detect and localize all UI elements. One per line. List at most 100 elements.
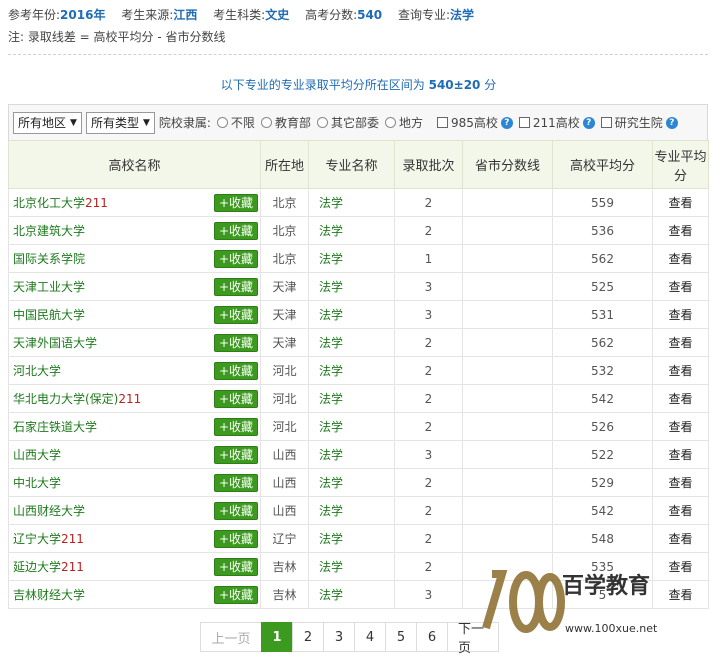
school-name-link[interactable]: 中国民航大学 xyxy=(13,308,85,322)
school-name-link[interactable]: 延边大学 xyxy=(13,560,61,574)
school-name-link[interactable]: 国际关系学院 xyxy=(13,252,85,266)
major-link[interactable]: 法学 xyxy=(308,188,395,217)
watermark-url: www.100xue.net xyxy=(565,622,658,635)
favorite-button[interactable]: +收藏 xyxy=(214,586,258,604)
school-name-link[interactable]: 北京建筑大学 xyxy=(13,224,85,238)
help-icon[interactable]: ? xyxy=(665,116,678,129)
school-name-link[interactable]: 天津工业大学 xyxy=(13,280,85,294)
view-link[interactable]: 查看 xyxy=(652,188,709,217)
checkbox-985[interactable] xyxy=(436,117,448,128)
page-4-button[interactable]: 4 xyxy=(354,622,386,652)
batch-cell: 2 xyxy=(394,328,463,357)
major-link[interactable]: 法学 xyxy=(308,272,395,301)
checkbox-211[interactable] xyxy=(518,117,530,128)
view-link[interactable]: 查看 xyxy=(652,328,709,357)
page-1-button[interactable]: 1 xyxy=(261,622,293,652)
province-line-cell xyxy=(462,328,553,357)
prev-page-button[interactable]: 上一页 xyxy=(200,622,262,652)
view-link[interactable]: 查看 xyxy=(652,244,709,273)
radio-moe-label: 教育部 xyxy=(274,116,311,130)
school-avg-cell: 559 xyxy=(552,188,653,217)
type-select-value: 所有类型 xyxy=(90,116,139,130)
favorite-button[interactable]: +收藏 xyxy=(214,418,258,436)
favorite-button[interactable]: +收藏 xyxy=(214,446,258,464)
school-avg-cell: 536 xyxy=(552,216,653,245)
table-row: 北京建筑大学 +收藏 北京 法学 2 536 查看 xyxy=(8,216,709,245)
favorite-button[interactable]: +收藏 xyxy=(214,390,258,408)
radio-local[interactable] xyxy=(384,117,396,128)
school-name-link[interactable]: 华北电力大学(保定) xyxy=(13,392,118,406)
province-line-cell xyxy=(462,216,553,245)
favorite-button[interactable]: +收藏 xyxy=(214,250,258,268)
location-cell: 河北 xyxy=(260,384,309,413)
radio-other-ministry[interactable] xyxy=(316,117,328,128)
location-cell: 吉林 xyxy=(260,580,309,609)
score-value: 540 xyxy=(357,8,383,22)
favorite-button[interactable]: +收藏 xyxy=(214,306,258,324)
checkbox-grad-school[interactable] xyxy=(600,117,612,128)
view-link[interactable]: 查看 xyxy=(652,496,709,525)
favorite-button[interactable]: +收藏 xyxy=(214,502,258,520)
major-link[interactable]: 法学 xyxy=(308,524,395,553)
school-name-link[interactable]: 辽宁大学 xyxy=(13,532,61,546)
type-select[interactable]: 所有类型 ▼ xyxy=(85,111,155,134)
view-link[interactable]: 查看 xyxy=(652,524,709,553)
favorite-button[interactable]: +收藏 xyxy=(214,474,258,492)
school-name-link[interactable]: 天津外国语大学 xyxy=(13,336,97,350)
major-link[interactable]: 法学 xyxy=(308,300,395,329)
province-line-cell xyxy=(462,440,553,469)
checkbox-grad-school-label: 研究生院 xyxy=(614,116,663,130)
view-link[interactable]: 查看 xyxy=(652,300,709,329)
major-link[interactable]: 法学 xyxy=(308,552,395,581)
favorite-button[interactable]: +收藏 xyxy=(214,222,258,240)
view-link[interactable]: 查看 xyxy=(652,384,709,413)
view-link[interactable]: 查看 xyxy=(652,356,709,385)
view-link[interactable]: 查看 xyxy=(652,468,709,497)
favorite-button[interactable]: +收藏 xyxy=(214,278,258,296)
favorite-button[interactable]: +收藏 xyxy=(214,194,258,212)
major-link[interactable]: 法学 xyxy=(308,356,395,385)
radio-moe[interactable] xyxy=(260,117,272,128)
major-link[interactable]: 法学 xyxy=(308,328,395,357)
major-link[interactable]: 法学 xyxy=(308,440,395,469)
view-link[interactable]: 查看 xyxy=(652,216,709,245)
view-link[interactable]: 查看 xyxy=(652,412,709,441)
school-name-link[interactable]: 河北大学 xyxy=(13,364,61,378)
favorite-button[interactable]: +收藏 xyxy=(214,558,258,576)
radio-unlimited[interactable] xyxy=(216,117,228,128)
favorite-button[interactable]: +收藏 xyxy=(214,334,258,352)
major-link[interactable]: 法学 xyxy=(308,216,395,245)
school-avg-cell: 531 xyxy=(552,300,653,329)
school-cell: 山西大学 +收藏 xyxy=(8,440,261,469)
school-name-link[interactable]: 山西财经大学 xyxy=(13,504,85,518)
school-name-link[interactable]: 山西大学 xyxy=(13,448,61,462)
page-5-button[interactable]: 5 xyxy=(385,622,417,652)
major-link[interactable]: 法学 xyxy=(308,468,395,497)
school-cell: 中国民航大学 +收藏 xyxy=(8,300,261,329)
view-link[interactable]: 查看 xyxy=(652,440,709,469)
school-name-link[interactable]: 吉林财经大学 xyxy=(13,588,85,602)
region-select[interactable]: 所有地区 ▼ xyxy=(13,111,82,134)
major-link[interactable]: 法学 xyxy=(308,496,395,525)
favorite-button[interactable]: +收藏 xyxy=(214,362,258,380)
help-icon[interactable]: ? xyxy=(500,116,513,129)
school-name-link[interactable]: 石家庄铁道大学 xyxy=(13,420,97,434)
major-link[interactable]: 法学 xyxy=(308,244,395,273)
page-3-button[interactable]: 3 xyxy=(323,622,355,652)
school-avg-cell: 542 xyxy=(552,384,653,413)
province-line-cell xyxy=(462,188,553,217)
view-link[interactable]: 查看 xyxy=(652,272,709,301)
checkbox-985-label: 985高校 xyxy=(450,116,498,130)
table-row: 中国民航大学 +收藏 天津 法学 3 531 查看 xyxy=(8,300,709,329)
major-link[interactable]: 法学 xyxy=(308,580,395,609)
page-2-button[interactable]: 2 xyxy=(292,622,324,652)
watermark-brand: 百学教育 xyxy=(562,573,651,599)
major-link[interactable]: 法学 xyxy=(308,384,395,413)
subject-label: 考生科类: xyxy=(213,8,266,22)
help-icon[interactable]: ? xyxy=(582,116,595,129)
favorite-button[interactable]: +收藏 xyxy=(214,530,258,548)
page-6-button[interactable]: 6 xyxy=(416,622,448,652)
major-link[interactable]: 法学 xyxy=(308,412,395,441)
school-name-link[interactable]: 中北大学 xyxy=(13,476,61,490)
school-name-link[interactable]: 北京化工大学 xyxy=(13,196,85,210)
